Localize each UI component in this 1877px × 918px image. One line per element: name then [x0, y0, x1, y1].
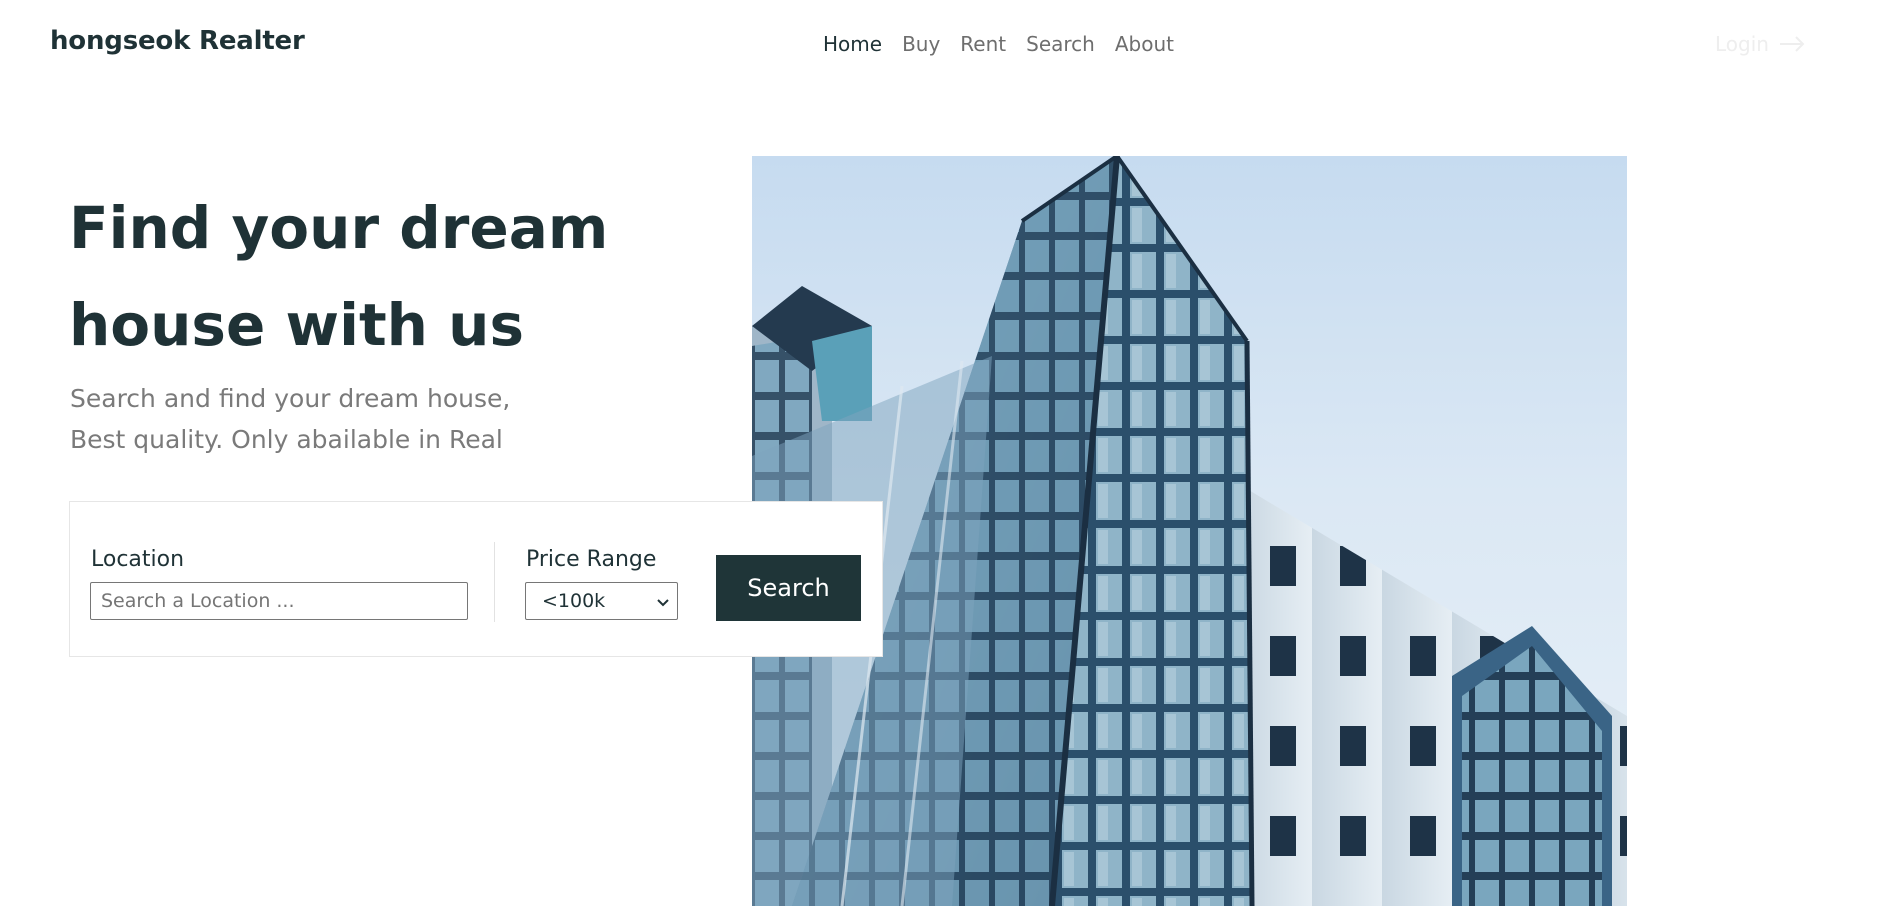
price-range-select[interactable]: <100k [525, 582, 678, 620]
nav-rent[interactable]: Rent [960, 32, 1006, 56]
search-button[interactable]: Search [716, 555, 861, 621]
price-range-label: Price Range [526, 547, 657, 572]
nav-buy[interactable]: Buy [902, 32, 940, 56]
hero-title-line-2: house with us [69, 291, 524, 359]
price-range-value: <100k [542, 590, 606, 612]
hero-title: Find your dream house with us [69, 180, 709, 374]
search-card: Location Price Range <100k Search [69, 501, 883, 657]
hero-subtitle: Search and find your dream house, Best q… [70, 378, 690, 460]
location-input[interactable] [90, 582, 468, 620]
page: hongseok Realter Home Buy Rent Search Ab… [0, 0, 1877, 918]
arrow-right-icon [1779, 36, 1805, 52]
login-label: Login [1715, 32, 1769, 56]
login-button[interactable]: Login [1715, 32, 1805, 56]
nav-about[interactable]: About [1115, 32, 1174, 56]
hero-subtitle-line-2: Best quality. Only abailable in Real [70, 425, 503, 454]
hero-subtitle-line-1: Search and find your dream house, [70, 384, 511, 413]
hero-building-image [752, 156, 1627, 906]
nav-search[interactable]: Search [1026, 32, 1095, 56]
location-label: Location [91, 547, 185, 572]
brand-logo[interactable]: hongseok Realter [50, 26, 305, 56]
hero-title-line-1: Find your dream [69, 194, 609, 262]
main-nav: Home Buy Rent Search About [823, 32, 1174, 56]
nav-home[interactable]: Home [823, 32, 882, 56]
chevron-down-icon [657, 590, 669, 612]
field-divider [494, 542, 495, 622]
